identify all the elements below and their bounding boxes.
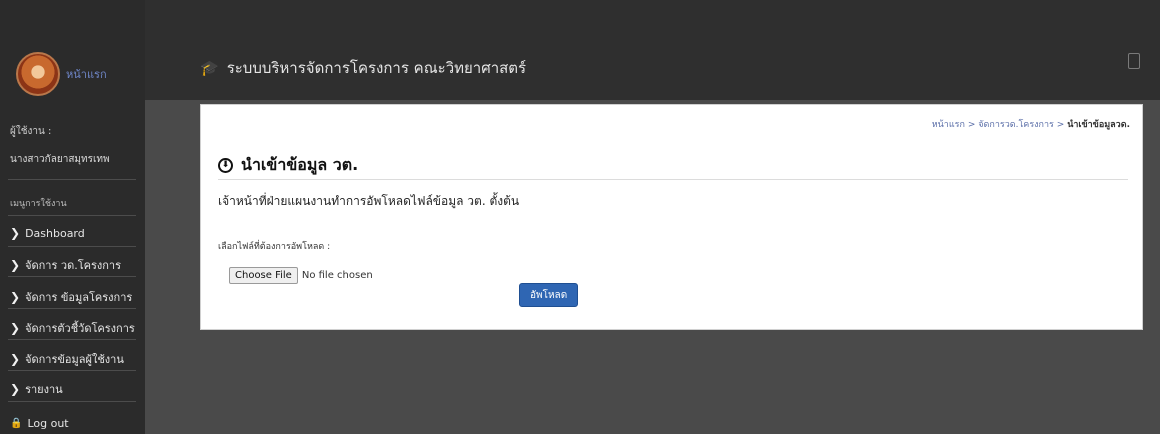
- page-subtitle: เจ้าหน้าที่ฝ่ายแผนงานทำการอัพโหลดไฟล์ข้อ…: [218, 194, 520, 208]
- sidebar-divider: [8, 179, 136, 180]
- sidebar-item-label: Dashboard: [25, 226, 85, 240]
- file-field-label: เลือกไฟล์ที่ต้องการอัพโหลด :: [218, 242, 331, 252]
- sidebar: หน้าแรก ผู้ใช้งาน : นางสาวกัลยาสมุทรเทพ …: [0, 0, 145, 434]
- chevron-right-icon: ❯: [10, 352, 21, 366]
- sidebar-divider: [8, 215, 136, 216]
- sidebar-divider: [8, 370, 136, 371]
- breadcrumb-home[interactable]: หน้าแรก: [932, 120, 965, 130]
- sidebar-item-label: จัดการข้อมูลผู้ใช้งาน: [25, 353, 124, 366]
- app-title-text: ระบบบริหารจัดการโครงการ คณะวิทยาศาสตร์: [226, 59, 527, 77]
- user-name: นางสาวกัลยาสมุทรเทพ: [10, 154, 110, 165]
- sidebar-item-reports[interactable]: ❯ รายงาน: [10, 380, 63, 398]
- title-divider: [218, 179, 1128, 180]
- logout-label: Log out: [27, 417, 69, 430]
- sidebar-item-label: จัดการตัวชี้วัดโครงการ: [25, 322, 135, 335]
- sidebar-item-manage-budget[interactable]: ❯ จัดการ วด.โครงการ: [10, 256, 121, 274]
- sidebar-item-label: จัดการ วด.โครงการ: [25, 259, 122, 272]
- sidebar-item-label: รายงาน: [25, 383, 63, 396]
- import-panel: หน้าแรก > จัดการวด.โครงการ > นำเข้าข้อมู…: [200, 104, 1143, 330]
- breadcrumb-section[interactable]: จัดการวด.โครงการ: [978, 120, 1054, 130]
- chevron-right-icon: ❯: [10, 290, 21, 304]
- top-bar: [145, 0, 1160, 100]
- menu-heading: เมนูการใช้งาน: [10, 199, 67, 209]
- user-label: ผู้ใช้งาน :: [10, 126, 52, 137]
- file-status-text: No file chosen: [301, 270, 373, 281]
- breadcrumb-separator: >: [1056, 120, 1065, 130]
- sidebar-divider: [8, 339, 136, 340]
- faculty-logo: [16, 52, 60, 96]
- breadcrumb-separator: >: [967, 120, 976, 130]
- sidebar-divider: [8, 401, 136, 402]
- file-input[interactable]: Choose File No file chosen: [229, 267, 373, 284]
- choose-file-button[interactable]: Choose File: [229, 267, 298, 284]
- page-title-text: นำเข้าข้อมูล วต.: [241, 155, 359, 174]
- lock-icon: 🔒: [10, 418, 23, 429]
- chevron-right-icon: ❯: [10, 382, 21, 396]
- breadcrumb-current: นำเข้าข้อมูลวด.: [1067, 120, 1130, 130]
- chevron-right-icon: ❯: [10, 321, 21, 335]
- chevron-right-icon: ❯: [10, 226, 21, 240]
- graduation-cap-icon: 🎓: [200, 59, 219, 77]
- brand-name[interactable]: หน้าแรก: [66, 65, 107, 83]
- window-toggle-icon[interactable]: [1128, 53, 1140, 69]
- sidebar-item-manage-projects[interactable]: ❯ จัดการ ข้อมูลโครงการ: [10, 288, 132, 306]
- upload-button[interactable]: อัพโหลด: [519, 283, 579, 307]
- brand[interactable]: หน้าแรก: [16, 52, 107, 96]
- breadcrumb: หน้าแรก > จัดการวด.โครงการ > นำเข้าข้อมู…: [932, 117, 1130, 131]
- sidebar-divider: [8, 246, 136, 247]
- download-circle-icon: ⬇: [218, 158, 233, 173]
- sidebar-divider: [8, 308, 136, 309]
- page-title: ⬇ นำเข้าข้อมูล วต.: [218, 153, 358, 178]
- sidebar-item-dashboard[interactable]: ❯ Dashboard: [10, 226, 85, 240]
- sidebar-item-manage-users[interactable]: ❯ จัดการข้อมูลผู้ใช้งาน: [10, 350, 124, 368]
- app-title: 🎓 ระบบบริหารจัดการโครงการ คณะวิทยาศาสตร์: [200, 56, 526, 80]
- sidebar-divider: [8, 276, 136, 277]
- sidebar-item-label: จัดการ ข้อมูลโครงการ: [25, 291, 133, 304]
- sidebar-item-manage-indicators[interactable]: ❯ จัดการตัวชี้วัดโครงการ: [10, 319, 135, 337]
- chevron-right-icon: ❯: [10, 258, 21, 272]
- logout-link[interactable]: 🔒 Log out: [10, 417, 69, 430]
